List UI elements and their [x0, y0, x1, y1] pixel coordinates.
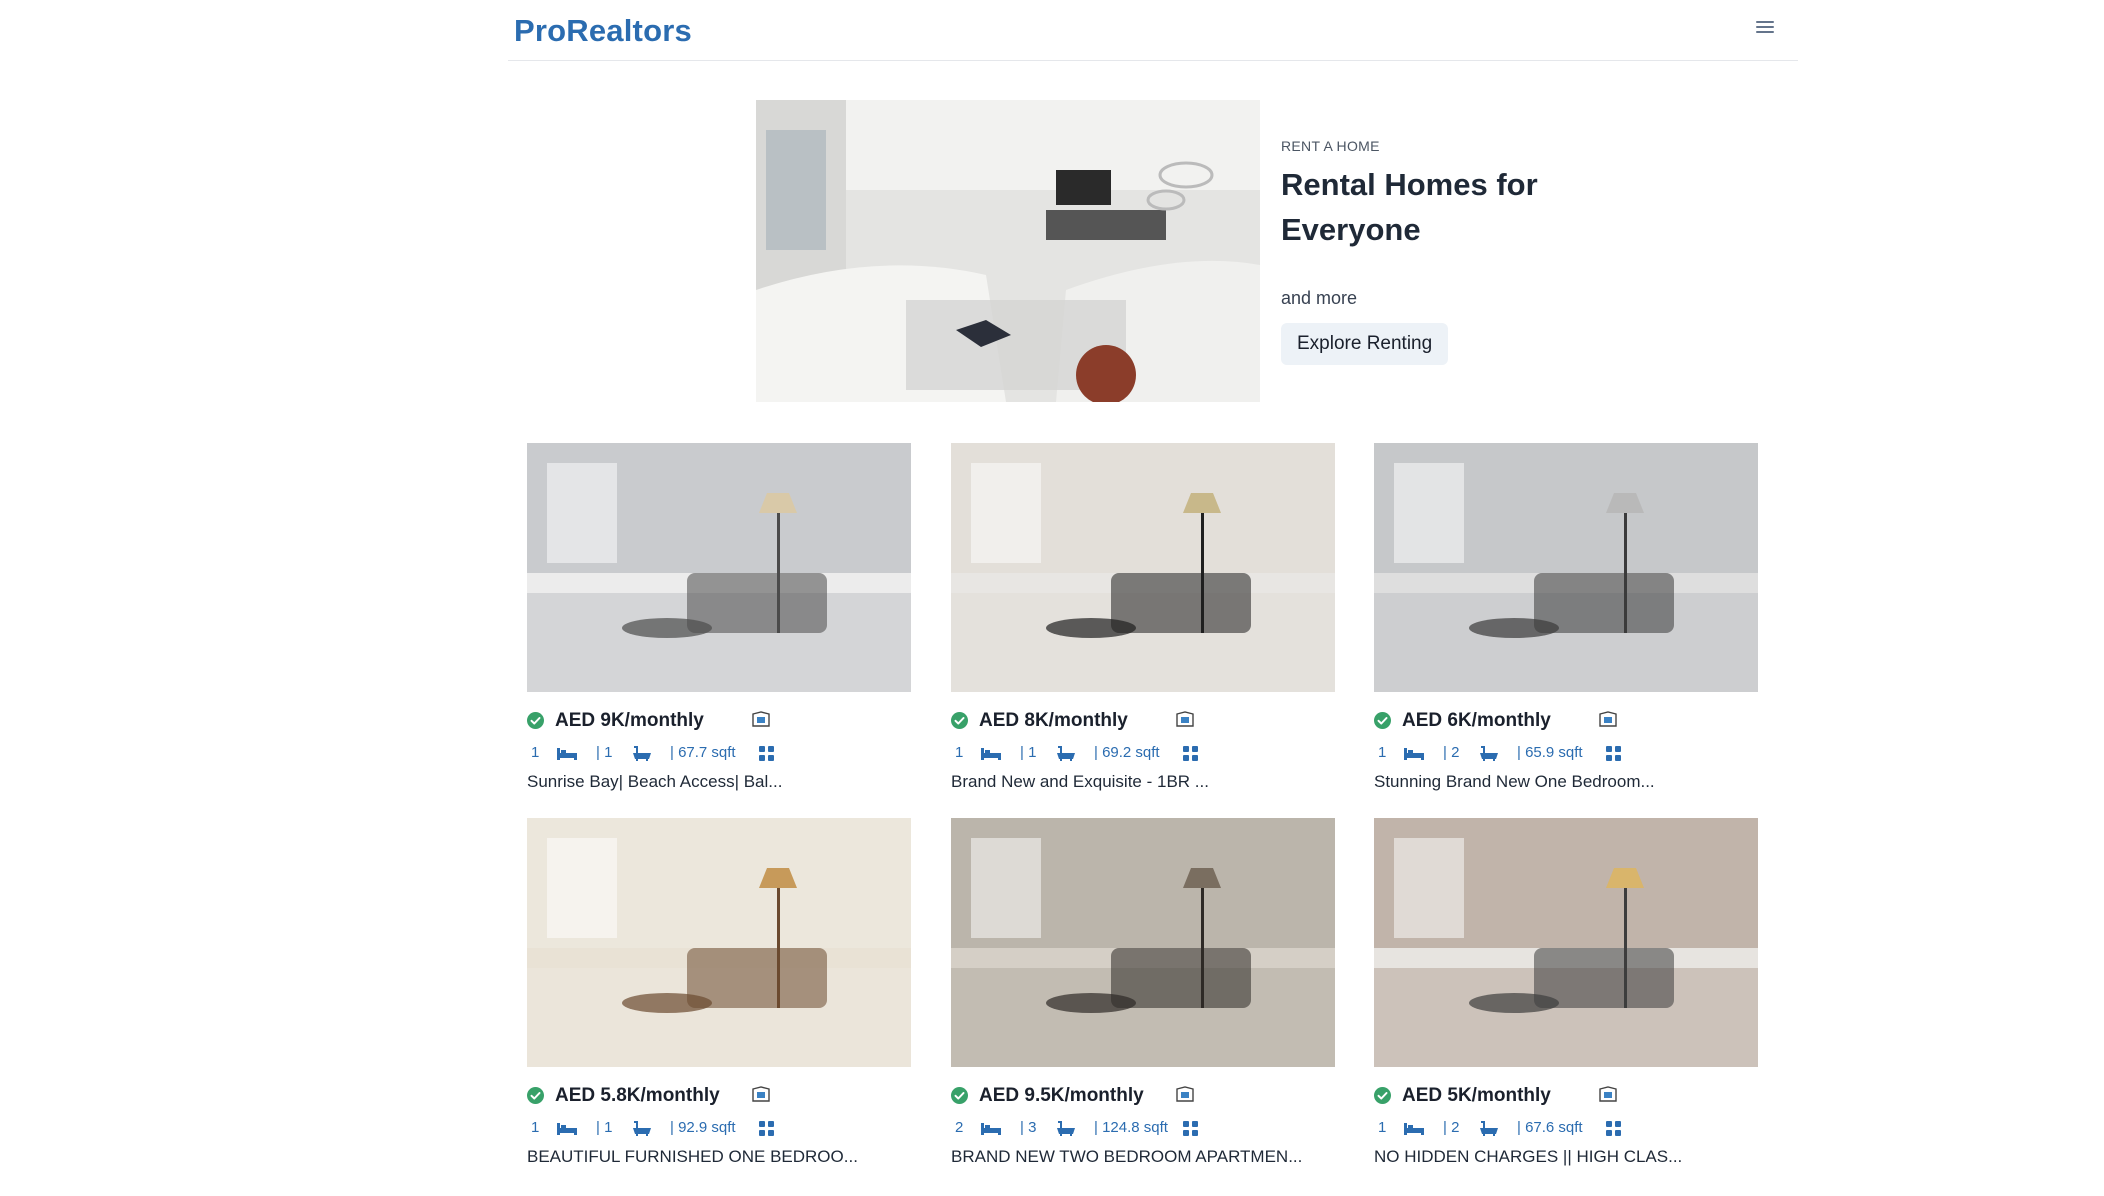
listing-card[interactable]: AED 9K/monthly 1 | 1 | 67.7 sqft Sunrise… [527, 443, 911, 792]
check-circle-icon [527, 712, 544, 729]
beds-count: 2 [955, 1119, 964, 1136]
bath-icon [633, 746, 651, 761]
beds-count: 1 [531, 744, 540, 761]
price-row: AED 5.8K/monthly [527, 1083, 911, 1113]
listing-image[interactable] [527, 818, 911, 1067]
price-row: AED 9K/monthly [527, 708, 911, 738]
baths-count: | 1 [596, 1119, 613, 1136]
navbar: ProRealtors [508, 0, 1798, 61]
check-circle-icon [527, 1087, 544, 1104]
check-circle-icon [1374, 712, 1391, 729]
listing-card[interactable]: AED 5.8K/monthly 1 | 1 | 92.9 sqft BEAUT… [527, 818, 911, 1167]
grid-icon [1606, 746, 1621, 761]
hero-subtitle: and more [1281, 288, 1358, 308]
baths-count: | 3 [1020, 1119, 1037, 1136]
hero-title: Rental Homes for Everyone [1281, 167, 1538, 247]
listing-stats: 1 | 1 | 69.2 sqft [951, 740, 1335, 764]
price-row: AED 5K/monthly [1374, 1083, 1758, 1113]
listing-image[interactable] [1374, 818, 1758, 1067]
listing-stats: 1 | 2 | 65.9 sqft [1374, 740, 1758, 764]
baths-count: | 1 [1020, 744, 1037, 761]
hero-text: RENT A HOME Rental Homes for Everyone an… [1281, 138, 1681, 365]
agency-logo [1596, 1085, 1620, 1105]
agency-logo [749, 710, 773, 730]
check-circle-icon [1374, 1087, 1391, 1104]
agency-logo [1173, 710, 1197, 730]
check-circle-icon [951, 1087, 968, 1104]
grid-icon [759, 746, 774, 761]
hero-eyebrow: RENT A HOME [1281, 138, 1380, 154]
baths-count: | 1 [596, 744, 613, 761]
listing-price: AED 5.8K/monthly [555, 1085, 720, 1106]
listing-price: AED 9.5K/monthly [979, 1085, 1144, 1106]
explore-renting-button[interactable]: Explore Renting [1281, 323, 1449, 365]
area-size: | 92.9 sqft [670, 1119, 736, 1136]
listing-title[interactable]: Sunrise Bay| Beach Access| Bal... [527, 772, 911, 792]
agency-logo [749, 1085, 773, 1105]
listing-price: AED 9K/monthly [555, 710, 704, 731]
area-size: | 67.6 sqft [1517, 1119, 1583, 1136]
listing-card[interactable]: AED 6K/monthly 1 | 2 | 65.9 sqft Stunnin… [1374, 443, 1758, 792]
listing-price: AED 6K/monthly [1402, 710, 1551, 731]
bed-icon [981, 1123, 1001, 1135]
baths-count: | 2 [1443, 744, 1460, 761]
listing-card[interactable]: AED 9.5K/monthly 2 | 3 | 124.8 sqft BRAN… [951, 818, 1335, 1167]
area-size: | 69.2 sqft [1094, 744, 1160, 761]
area-size: | 67.7 sqft [670, 744, 736, 761]
grid-icon [1183, 1121, 1198, 1136]
price-row: AED 9.5K/monthly [951, 1083, 1335, 1113]
beds-count: 1 [955, 744, 964, 761]
listing-title[interactable]: Stunning Brand New One Bedroom... [1374, 772, 1758, 792]
listing-price: AED 5K/monthly [1402, 1085, 1551, 1106]
area-size: | 124.8 sqft [1094, 1119, 1168, 1136]
bath-icon [1480, 1121, 1498, 1136]
listing-price: AED 8K/monthly [979, 710, 1128, 731]
listing-image[interactable] [1374, 443, 1758, 692]
price-row: AED 6K/monthly [1374, 708, 1758, 738]
listing-title[interactable]: Brand New and Exquisite - 1BR ... [951, 772, 1335, 792]
bed-icon [1404, 1123, 1424, 1135]
listing-title[interactable]: NO HIDDEN CHARGES || HIGH CLAS... [1374, 1147, 1758, 1167]
listing-title[interactable]: BRAND NEW TWO BEDROOM APARTMEN... [951, 1147, 1335, 1167]
bed-icon [1404, 748, 1424, 760]
baths-count: | 2 [1443, 1119, 1460, 1136]
bath-icon [1057, 746, 1075, 761]
agency-logo [1173, 1085, 1197, 1105]
brand-logo[interactable]: ProRealtors [514, 13, 692, 49]
beds-count: 1 [1378, 1119, 1387, 1136]
bed-icon [557, 1123, 577, 1135]
grid-icon [759, 1121, 774, 1136]
area-size: | 65.9 sqft [1517, 744, 1583, 761]
beds-count: 1 [1378, 744, 1387, 761]
hamburger-icon[interactable] [1756, 18, 1774, 36]
hero-image [756, 100, 1260, 402]
listing-image[interactable] [951, 443, 1335, 692]
listing-image[interactable] [951, 818, 1335, 1067]
listing-stats: 1 | 2 | 67.6 sqft [1374, 1115, 1758, 1139]
check-circle-icon [951, 712, 968, 729]
bed-icon [981, 748, 1001, 760]
price-row: AED 8K/monthly [951, 708, 1335, 738]
listing-stats: 2 | 3 | 124.8 sqft [951, 1115, 1335, 1139]
listing-card[interactable]: AED 8K/monthly 1 | 1 | 69.2 sqft Brand N… [951, 443, 1335, 792]
beds-count: 1 [531, 1119, 540, 1136]
grid-icon [1606, 1121, 1621, 1136]
agency-logo [1596, 710, 1620, 730]
bath-icon [1480, 746, 1498, 761]
bath-icon [633, 1121, 651, 1136]
listing-stats: 1 | 1 | 92.9 sqft [527, 1115, 911, 1139]
listing-card[interactable]: AED 5K/monthly 1 | 2 | 67.6 sqft NO HIDD… [1374, 818, 1758, 1167]
listing-image[interactable] [527, 443, 911, 692]
listing-title[interactable]: BEAUTIFUL FURNISHED ONE BEDROO... [527, 1147, 911, 1167]
bath-icon [1057, 1121, 1075, 1136]
grid-icon [1183, 746, 1198, 761]
listing-stats: 1 | 1 | 67.7 sqft [527, 740, 911, 764]
bed-icon [557, 748, 577, 760]
